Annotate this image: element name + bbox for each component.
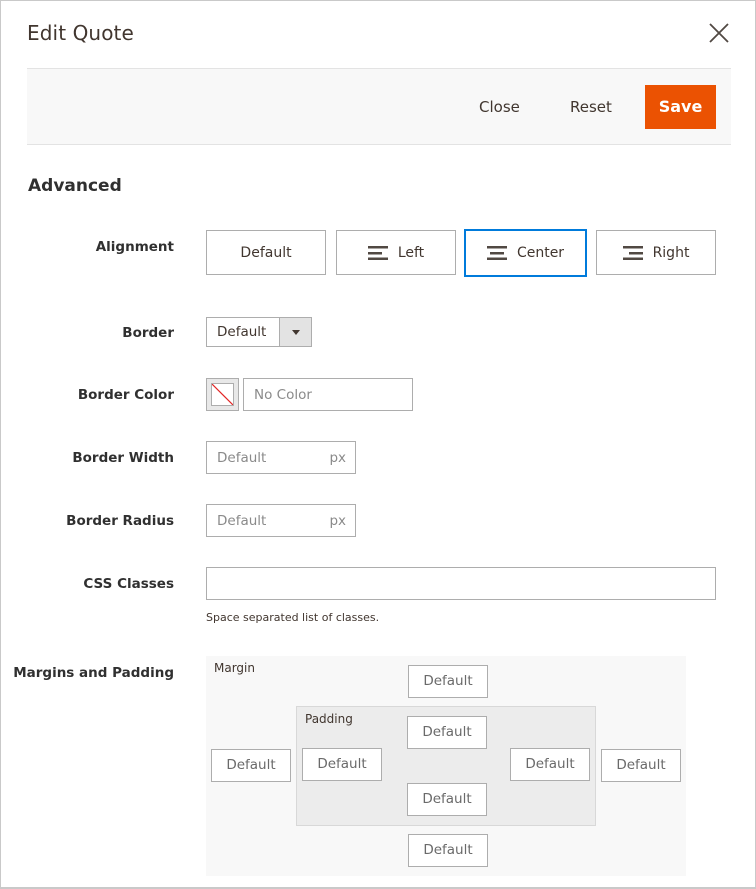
alignment-right-button[interactable]: Right <box>596 230 716 275</box>
margin-left-input[interactable]: Default <box>211 749 291 782</box>
margins-padding-label: Margins and Padding <box>13 665 174 681</box>
border-label: Border <box>122 325 174 341</box>
padding-right-input[interactable]: Default <box>510 748 590 781</box>
close-button[interactable]: Close <box>479 85 520 129</box>
padding-left-input[interactable]: Default <box>302 748 382 781</box>
border-radius-unit: px <box>329 512 346 529</box>
color-swatch-button[interactable] <box>206 378 239 411</box>
section-title-advanced: Advanced <box>28 176 122 196</box>
no-color-swatch-icon <box>211 383 234 406</box>
border-width-label: Border Width <box>72 450 174 466</box>
css-classes-note: Space separated list of classes. <box>206 611 380 624</box>
margin-right-input[interactable]: Default <box>601 749 681 782</box>
border-width-placeholder: Default <box>217 449 267 466</box>
padding-bottom-input[interactable]: Default <box>407 783 487 816</box>
padding-top-input[interactable]: Default <box>407 716 487 749</box>
border-select[interactable]: Default <box>206 317 312 347</box>
border-color-placeholder: No Color <box>254 386 312 403</box>
css-classes-label: CSS Classes <box>83 576 174 592</box>
modal-title: Edit Quote <box>27 21 134 45</box>
modal-toolbar: Close Reset Save <box>27 68 731 145</box>
chevron-down-icon[interactable] <box>279 318 311 346</box>
border-select-value: Default <box>217 324 267 340</box>
align-center-icon <box>486 246 507 260</box>
border-radius-placeholder: Default <box>217 512 267 529</box>
alignment-center-button[interactable]: Center <box>464 229 587 277</box>
margin-label: Margin <box>214 661 255 675</box>
close-x-icon[interactable] <box>707 21 731 45</box>
border-color-input[interactable]: No Color <box>243 378 413 411</box>
edit-quote-modal: Edit Quote Close Reset Save Advanced Ali… <box>0 0 756 889</box>
border-radius-label: Border Radius <box>66 513 174 529</box>
alignment-right-label: Right <box>652 244 690 261</box>
reset-button[interactable]: Reset <box>570 85 612 129</box>
border-width-input[interactable]: Default px <box>206 441 356 474</box>
margin-top-input[interactable]: Default <box>408 665 488 698</box>
align-right-icon <box>622 245 643 260</box>
alignment-center-label: Center <box>516 245 565 261</box>
save-button[interactable]: Save <box>645 85 716 129</box>
alignment-left-label: Left <box>397 244 425 261</box>
padding-label: Padding <box>305 712 353 726</box>
margin-bottom-input[interactable]: Default <box>408 834 488 867</box>
align-left-icon <box>367 245 388 260</box>
alignment-label: Alignment <box>95 239 174 255</box>
alignment-default-label: Default <box>240 244 292 261</box>
alignment-left-button[interactable]: Left <box>336 230 456 275</box>
border-width-unit: px <box>329 449 346 466</box>
border-color-label: Border Color <box>77 387 174 403</box>
alignment-default-button[interactable]: Default <box>206 230 326 275</box>
border-radius-input[interactable]: Default px <box>206 504 356 537</box>
css-classes-input[interactable] <box>206 567 716 600</box>
